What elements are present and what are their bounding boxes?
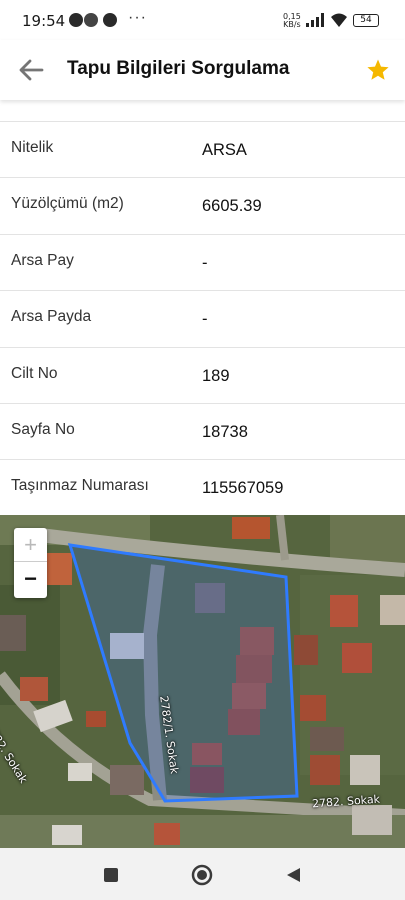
back-button[interactable] bbox=[14, 54, 48, 86]
info-row-sayfa-no: Sayfa No 18738 bbox=[0, 404, 405, 461]
info-row-area: Yüzölçümü (m2) 6605.39 bbox=[0, 178, 405, 235]
recents-button[interactable] bbox=[96, 860, 126, 890]
status-time: 19:54 bbox=[22, 12, 66, 30]
info-label: Cilt No bbox=[11, 364, 58, 382]
notification-icon bbox=[69, 13, 83, 27]
info-label: Nitelik bbox=[11, 139, 54, 156]
favorite-button[interactable] bbox=[362, 54, 394, 86]
home-button[interactable] bbox=[187, 860, 217, 890]
info-row-cilt-no: Cilt No 189 bbox=[0, 348, 405, 404]
info-value: 189 bbox=[202, 366, 230, 385]
app-bar: Tapu Bilgileri Sorgulama bbox=[0, 40, 405, 100]
info-label: Yüzölçümü (m2) bbox=[11, 195, 124, 213]
info-value: 18738 bbox=[202, 422, 248, 441]
more-notifications-icon: ··· bbox=[128, 9, 147, 26]
circle-icon bbox=[191, 864, 213, 886]
arrow-left-icon bbox=[19, 59, 44, 81]
property-info-table: Nitelik ARSA Yüzölçümü (m2) 6605.39 Arsa… bbox=[0, 100, 405, 517]
info-value: - bbox=[202, 253, 208, 272]
info-row-arsa-payda: Arsa Payda - bbox=[0, 291, 405, 348]
info-row-tasinmaz-no: Taşınmaz Numarası 115567059 bbox=[0, 460, 405, 516]
battery-icon: 54 bbox=[353, 14, 379, 27]
network-speed: 0,15 KB/s bbox=[283, 13, 301, 29]
table-top-divider bbox=[0, 100, 405, 122]
info-value: 6605.39 bbox=[202, 197, 262, 216]
info-value: - bbox=[202, 310, 208, 329]
page-title: Tapu Bilgileri Sorgulama bbox=[67, 58, 290, 79]
system-navigation-bar bbox=[0, 848, 405, 900]
info-value: 115567059 bbox=[202, 479, 284, 498]
info-label: Arsa Pay bbox=[11, 251, 74, 269]
info-label: Taşınmaz Numarası bbox=[11, 477, 149, 495]
square-icon bbox=[104, 868, 118, 882]
info-row-arsa-pay: Arsa Pay - bbox=[0, 235, 405, 292]
wifi-icon bbox=[331, 13, 347, 27]
status-bar: 19:54 ··· 0,15 KB/s 54 bbox=[0, 0, 405, 40]
info-row-nitelik: Nitelik ARSA bbox=[0, 122, 405, 179]
nav-back-button[interactable] bbox=[278, 860, 308, 890]
dnd-icon bbox=[84, 13, 98, 27]
info-label: Arsa Payda bbox=[11, 308, 92, 326]
zoom-in-button[interactable]: + bbox=[14, 528, 47, 562]
network-speed-unit: KB/s bbox=[283, 20, 301, 29]
info-value: ARSA bbox=[202, 141, 247, 159]
info-label: Sayfa No bbox=[11, 420, 75, 438]
record-icon bbox=[103, 13, 117, 27]
signal-icon bbox=[306, 13, 324, 27]
parcel-map[interactable]: + − 2782. Sokak 2782/1. Sokak 2782. Soka… bbox=[0, 515, 405, 848]
triangle-back-icon bbox=[287, 868, 300, 882]
star-icon bbox=[367, 59, 389, 80]
zoom-control: + − bbox=[14, 528, 47, 598]
zoom-out-button[interactable]: − bbox=[14, 562, 47, 596]
